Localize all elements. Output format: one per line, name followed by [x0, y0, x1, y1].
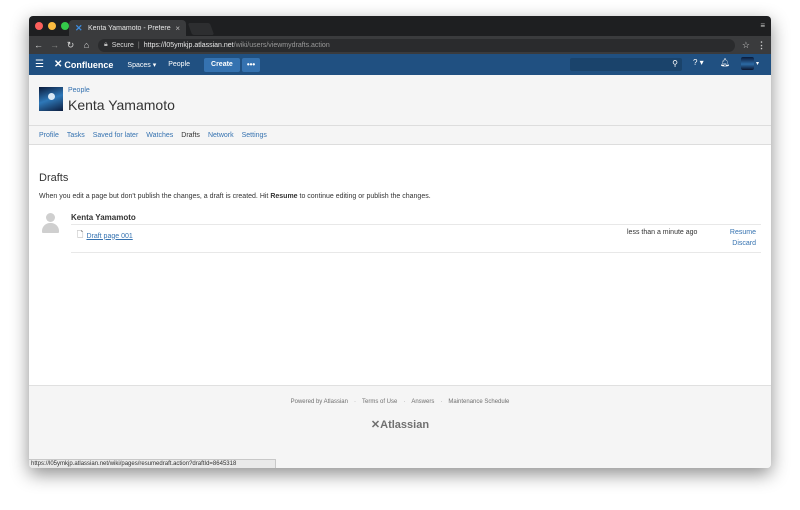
list-item: 🗋︎ Draft page 001 [77, 229, 133, 243]
profile-menu-icon[interactable]: ≡ [760, 21, 765, 30]
confluence-logo-icon: ✕ [54, 59, 63, 70]
create-more-button[interactable]: ••• [241, 57, 261, 72]
footer-separator: · [353, 399, 356, 405]
tab-title: Kenta Yamamoto - Preferences [88, 24, 171, 32]
divider [71, 252, 761, 253]
page-title: Kenta Yamamoto [68, 97, 175, 113]
reload-icon[interactable]: ↻ [66, 40, 75, 50]
home-icon[interactable]: ⌂ [82, 40, 91, 50]
tab-close-icon[interactable]: × [175, 24, 180, 33]
back-arrow-icon[interactable]: ← [34, 40, 43, 50]
close-window-button[interactable] [35, 22, 43, 30]
footer-link-terms[interactable]: Terms of Use [362, 399, 397, 405]
forward-arrow-icon[interactable]: → [50, 40, 59, 50]
url-text: https://l05ymkjp.atlassian.net/wiki/user… [143, 41, 330, 49]
atlassian-logo-text: Atlassian [380, 419, 430, 431]
lock-icon: 🔒︎ [104, 41, 108, 48]
tab-watches[interactable]: Watches [146, 132, 173, 139]
footer-links: Powered by Atlassian · Terms of Use · An… [29, 399, 771, 405]
chevron-down-icon[interactable]: ▾ [756, 60, 759, 67]
divider [71, 224, 761, 225]
search-input[interactable]: ⚲ [570, 58, 682, 71]
profile-tabs: Profile Tasks Saved for later Watches Dr… [29, 126, 771, 145]
minimize-window-button[interactable] [48, 22, 56, 30]
bookmark-star-icon[interactable]: ☆ [742, 40, 750, 51]
help-menu-icon[interactable]: ? ▾ [693, 58, 704, 67]
drafts-description: When you edit a page but don't publish t… [39, 193, 431, 200]
tab-settings[interactable]: Settings [242, 132, 267, 139]
spaces-menu[interactable]: Spaces ▾ [127, 61, 156, 69]
app-switcher-icon[interactable]: ☰ [35, 59, 49, 70]
atlassian-logo-icon: ✕ [370, 419, 381, 431]
create-button[interactable]: Create [204, 57, 240, 72]
resume-draft-link[interactable]: Resume [730, 229, 756, 236]
secure-label: Secure [111, 41, 134, 49]
browser-menu-icon[interactable]: ⋮ [757, 40, 766, 51]
search-icon: ⚲ [672, 59, 678, 68]
page-footer: Powered by Atlassian · Terms of Use · An… [29, 385, 771, 468]
confluence-favicon-icon: ✕ [75, 22, 83, 33]
footer-separator: · [440, 399, 443, 405]
user-avatar[interactable] [741, 57, 754, 70]
window-controls [35, 22, 69, 30]
notifications-icon[interactable]: 🔔︎ [720, 58, 730, 67]
page-icon: 🗋︎ [77, 230, 84, 239]
drafts-heading: Drafts [39, 172, 69, 184]
confluence-logo[interactable]: ✕ Confluence [54, 59, 113, 70]
new-tab-button[interactable] [187, 23, 215, 35]
browser-toolbar: ← → ↻ ⌂ 🔒︎ Secure | https://l05ymkjp.atl… [29, 36, 771, 54]
profile-avatar [39, 87, 63, 111]
draft-timestamp: less than a minute ago [627, 229, 698, 236]
confluence-header: ☰ ✕ Confluence Spaces ▾ People Create ••… [29, 54, 771, 75]
url-separator: | [137, 41, 140, 49]
tab-tasks[interactable]: Tasks [67, 132, 85, 139]
profile-header: People Kenta Yamamoto [29, 75, 771, 126]
tab-saved-for-later[interactable]: Saved for later [93, 132, 139, 139]
footer-link-maintenance[interactable]: Maintenance Schedule [448, 399, 509, 405]
browser-status-bar: https://l05ymkjp.atlassian.net/wiki/page… [29, 459, 276, 468]
drafts-content: Drafts When you edit a page but don't pu… [29, 145, 771, 385]
breadcrumb[interactable]: People [68, 87, 90, 94]
footer-link-powered-by[interactable]: Powered by Atlassian [291, 399, 348, 405]
draft-title-link[interactable]: Draft page 001 [86, 233, 132, 240]
atlassian-logo[interactable]: ✕Atlassian [29, 418, 771, 431]
draft-group-user: Kenta Yamamoto [71, 213, 136, 222]
default-user-avatar-icon [41, 213, 60, 233]
tab-drafts[interactable]: Drafts [181, 132, 200, 139]
discard-draft-link[interactable]: Discard [732, 240, 756, 247]
confluence-logo-text: Confluence [64, 59, 114, 70]
footer-link-answers[interactable]: Answers [411, 399, 434, 405]
browser-tab-active[interactable]: ✕ Kenta Yamamoto - Preferences × [69, 20, 186, 36]
browser-window: ✕ Kenta Yamamoto - Preferences × ≡ ← → ↻… [29, 16, 771, 468]
footer-separator: · [403, 399, 406, 405]
browser-tab-bar: ✕ Kenta Yamamoto - Preferences × ≡ [29, 16, 771, 36]
people-link[interactable]: People [168, 61, 190, 68]
address-bar[interactable]: 🔒︎ Secure | https://l05ymkjp.atlassian.n… [98, 38, 735, 52]
maximize-window-button[interactable] [61, 22, 69, 30]
tab-network[interactable]: Network [208, 132, 234, 139]
tab-profile[interactable]: Profile [39, 132, 59, 139]
